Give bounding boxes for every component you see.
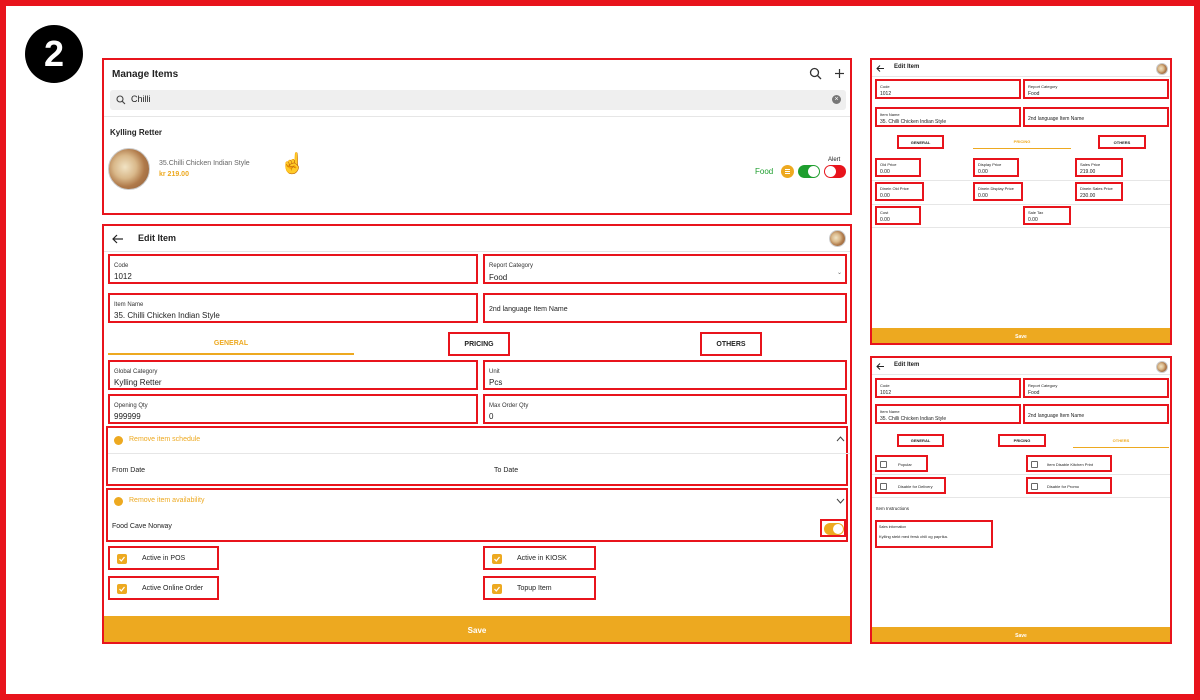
list-item[interactable]: 35.Chilli Chicken Indian Style kr 219.00… <box>108 146 848 196</box>
edit-item-general-panel: Edit Item Code 1012 Report Category Food… <box>102 224 852 644</box>
disable-promo-checkbox[interactable]: Disable for Promo <box>1026 477 1112 494</box>
from-date-label[interactable]: From Date <box>112 467 145 474</box>
old-price-field[interactable]: Old Price 0.00 <box>875 158 921 177</box>
chevron-down-icon: ⌄ <box>837 270 843 276</box>
to-date-label[interactable]: To Date <box>494 467 518 474</box>
item-image <box>108 148 150 190</box>
page-title: Edit Item <box>894 64 920 70</box>
menu-icon[interactable] <box>781 165 794 178</box>
disable-kitchen-print-checkbox[interactable]: Item Disable Kitchen Print <box>1026 455 1112 472</box>
checkbox-checked-icon <box>117 584 127 594</box>
tab-general[interactable]: GENERAL <box>108 333 354 355</box>
avatar[interactable] <box>1156 361 1168 373</box>
availability-section: Remove item availability Food Cave Norwa… <box>106 488 848 542</box>
search-icon[interactable] <box>809 67 822 80</box>
schedule-dot <box>114 436 123 445</box>
back-arrow-icon[interactable] <box>876 363 885 370</box>
alert-label: Alert <box>828 157 841 163</box>
sales-information-field[interactable]: Sales information Kylling stekt med fers… <box>875 520 993 548</box>
display-price-field[interactable]: Display Price 0.00 <box>973 158 1019 177</box>
checkbox-empty-icon <box>1031 483 1038 490</box>
disable-delivery-checkbox[interactable]: Disable for Delivery <box>875 477 946 494</box>
report-category-select[interactable]: Report Category Food ⌄ <box>483 254 847 284</box>
availability-dot <box>114 497 123 506</box>
page-title: Edit Item <box>138 233 177 243</box>
checkbox-checked-icon <box>492 584 502 594</box>
page-title: Edit Item <box>894 362 920 368</box>
code-field[interactable]: Code 1012 <box>875 79 1021 99</box>
alert-toggle[interactable] <box>824 165 846 178</box>
tap-gesture-icon: ☝ <box>280 153 305 175</box>
checkbox-checked-icon <box>492 554 502 564</box>
edit-item-pricing-panel: Edit Item Code 1012 Report Category Food… <box>870 58 1172 345</box>
tab-others[interactable]: OTHERS <box>700 332 762 356</box>
report-category-select[interactable]: Report Category Food <box>1023 79 1169 99</box>
opening-qty-field[interactable]: Opening Qty 999999 <box>108 394 478 424</box>
max-order-qty-field[interactable]: Max Order Qty 0 <box>483 394 847 424</box>
second-language-name-field[interactable]: 2nd language Item Name <box>1023 404 1169 424</box>
tab-pricing[interactable]: PRICING <box>998 434 1046 447</box>
back-arrow-icon[interactable] <box>112 234 124 244</box>
popular-checkbox[interactable]: Popular <box>875 455 928 472</box>
step-badge: 2 <box>25 25 83 83</box>
page-title: Manage Items <box>112 69 179 80</box>
topup-item-checkbox[interactable]: Topup Item <box>483 576 596 600</box>
store-availability-toggle[interactable] <box>820 519 846 537</box>
report-category-select[interactable]: Report Category Food <box>1023 378 1169 398</box>
sales-price-field[interactable]: Sales Price 219.00 <box>1075 158 1123 177</box>
clear-icon[interactable]: × <box>832 95 841 104</box>
dinein-old-price-field[interactable]: Dinein Old Price 0.00 <box>875 182 924 201</box>
dinein-sales-price-field[interactable]: Dinein Sales Price 230.00 <box>1075 182 1123 201</box>
second-language-name-field[interactable]: 2nd language Item Name <box>483 293 847 323</box>
search-bar[interactable]: Chilli × <box>110 90 846 110</box>
edit-item-others-panel: Edit Item Code 1012 Report Category Food… <box>870 356 1172 644</box>
chevron-down-icon[interactable] <box>836 498 845 504</box>
schedule-section: Remove item schedule From Date To Date <box>106 426 850 486</box>
dinein-display-price-field[interactable]: Dinein Display Price 0.00 <box>973 182 1023 201</box>
code-field[interactable]: Code 1012 <box>108 254 478 284</box>
item-name-field[interactable]: Item Name 35. Chilli Chicken Indian Styl… <box>875 107 1021 127</box>
remove-availability-toggle[interactable]: Remove item availability <box>129 497 204 504</box>
checkbox-empty-icon <box>880 461 887 468</box>
avatar[interactable] <box>1156 63 1168 75</box>
search-icon <box>116 95 126 105</box>
second-language-name-field[interactable]: 2nd language Item Name <box>1023 107 1169 127</box>
save-button[interactable]: Save <box>872 627 1170 642</box>
checkbox-empty-icon <box>880 483 887 490</box>
item-price: kr 219.00 <box>159 171 189 178</box>
active-pos-checkbox[interactable]: Active in POS <box>108 546 219 570</box>
active-online-order-checkbox[interactable]: Active Online Order <box>108 576 219 600</box>
item-instructions-label[interactable]: Item Instructions <box>876 506 909 511</box>
search-input[interactable]: Chilli <box>131 94 151 104</box>
back-arrow-icon[interactable] <box>876 65 885 72</box>
tab-others[interactable]: OTHERS <box>1073 434 1169 448</box>
tab-others[interactable]: OTHERS <box>1098 135 1146 149</box>
active-kiosk-checkbox[interactable]: Active in KIOSK <box>483 546 596 570</box>
sale-tax-field[interactable]: Sale Tax 0.00 <box>1023 206 1071 225</box>
item-name: 35.Chilli Chicken Indian Style <box>159 160 250 167</box>
avatar[interactable] <box>829 230 846 247</box>
unit-field[interactable]: Unit Pcs <box>483 360 847 390</box>
item-name-field[interactable]: Item Name 35. Chilli Chicken Indian Styl… <box>875 404 1021 424</box>
save-button[interactable]: Save <box>104 616 850 642</box>
tab-pricing[interactable]: PRICING <box>973 135 1071 149</box>
cost-field[interactable]: Cost 0.00 <box>875 206 921 225</box>
checkbox-checked-icon <box>117 554 127 564</box>
item-name-field[interactable]: Item Name 35. Chilli Chicken Indian Styl… <box>108 293 478 323</box>
remove-schedule-toggle[interactable]: Remove item schedule <box>129 436 200 443</box>
tab-pricing[interactable]: PRICING <box>448 332 510 356</box>
tab-general[interactable]: GENERAL <box>897 135 944 149</box>
save-button[interactable]: Save <box>872 328 1170 343</box>
active-toggle[interactable] <box>798 165 820 178</box>
checkbox-empty-icon <box>1031 461 1038 468</box>
category-label: Food <box>755 167 774 176</box>
code-field[interactable]: Code 1012 <box>875 378 1021 398</box>
manage-items-panel: Manage Items Chilli × Kylling Retter 35.… <box>102 58 852 215</box>
store-name: Food Cave Norway <box>112 523 172 530</box>
group-title: Kylling Retter <box>110 128 163 137</box>
tab-general[interactable]: GENERAL <box>897 434 944 447</box>
global-category-field[interactable]: Global Category Kylling Retter <box>108 360 478 390</box>
add-icon[interactable] <box>834 68 845 79</box>
chevron-up-icon[interactable] <box>836 436 845 442</box>
